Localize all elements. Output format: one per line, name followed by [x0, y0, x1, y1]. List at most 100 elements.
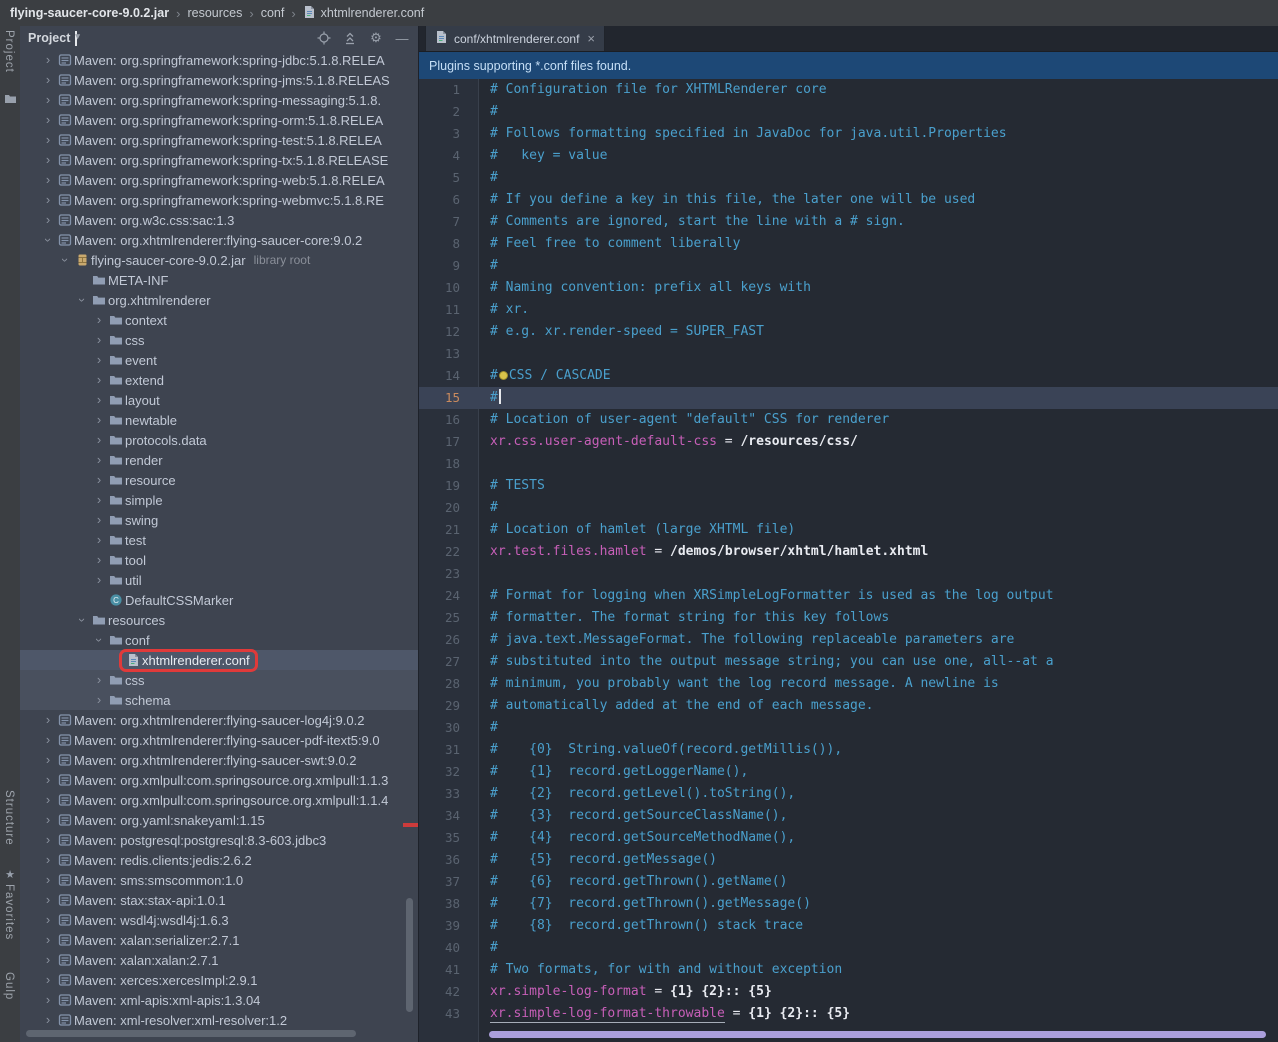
tree-item[interactable]: ›schema — [20, 690, 418, 710]
code-line-text[interactable]: # — [479, 255, 498, 277]
tree-item[interactable]: ›Maven: xalan:xalan:2.7.1 — [20, 950, 418, 970]
tree-item[interactable]: ›Maven: org.springframework:spring-test:… — [20, 130, 418, 150]
project-panel-title[interactable]: Project▾ — [28, 31, 77, 46]
tree-item[interactable]: ›Maven: xml-apis:xml-apis:1.3.04 — [20, 990, 418, 1010]
tree-item[interactable]: ›tool — [20, 550, 418, 570]
tree-item[interactable]: ›Maven: org.springframework:spring-orm:5… — [20, 110, 418, 130]
tree-item[interactable]: ›Maven: xalan:serializer:2.7.1 — [20, 930, 418, 950]
tree-item[interactable]: ›swing — [20, 510, 418, 530]
tree-item[interactable]: CDefaultCSSMarker — [20, 590, 418, 610]
code-line-text[interactable]: # If you define a key in this file, the … — [479, 189, 975, 211]
code-line-text[interactable]: # Comments are ignored, start the line w… — [479, 211, 905, 233]
chevron-collapsed-icon[interactable]: › — [40, 190, 56, 210]
code-line-text[interactable]: # {4} record.getSourceMethodName(), — [479, 827, 795, 849]
code-line-text[interactable]: # {3} record.getSourceClassName(), — [479, 805, 787, 827]
chevron-collapsed-icon[interactable]: › — [91, 570, 107, 590]
code-line[interactable]: 24# Format for logging when XRSimpleLogF… — [419, 585, 1278, 607]
breadcrumb-item[interactable]: xhtmlrenderer.conf — [303, 5, 425, 22]
chevron-collapsed-icon[interactable]: › — [40, 170, 56, 190]
code-line[interactable]: 21# Location of hamlet (large XHTML file… — [419, 519, 1278, 541]
chevron-collapsed-icon[interactable]: › — [40, 150, 56, 170]
code-line-text[interactable]: # — [479, 717, 498, 739]
code-line[interactable]: 33# {2} record.getLevel().toString(), — [419, 783, 1278, 805]
code-line[interactable]: 4# key = value — [419, 145, 1278, 167]
chevron-collapsed-icon[interactable]: › — [40, 130, 56, 150]
chevron-collapsed-icon[interactable]: › — [40, 110, 56, 130]
code-line-text[interactable]: # Format for logging when XRSimpleLogFor… — [479, 585, 1054, 607]
project-horizontal-scrollbar[interactable] — [26, 1030, 356, 1037]
chevron-collapsed-icon[interactable]: › — [40, 70, 56, 90]
tree-item[interactable]: ›resources — [20, 610, 418, 630]
tree-item[interactable]: ›Maven: wsdl4j:wsdl4j:1.6.3 — [20, 910, 418, 930]
chevron-expanded-icon[interactable]: › — [72, 292, 92, 308]
code-line-text[interactable]: # java.text.MessageFormat. The following… — [479, 629, 1014, 651]
tree-item[interactable]: ›extend — [20, 370, 418, 390]
tree-item[interactable]: ›Maven: org.springframework:spring-webmv… — [20, 190, 418, 210]
breadcrumb-item[interactable]: resources — [187, 6, 242, 20]
tree-item[interactable]: ›Maven: sms:smscommon:1.0 — [20, 870, 418, 890]
tree-item[interactable]: ›Maven: xerces:xercesImpl:2.9.1 — [20, 970, 418, 990]
tree-item[interactable]: ›Maven: org.yaml:snakeyaml:1.15 — [20, 810, 418, 830]
tree-item[interactable]: ›test — [20, 530, 418, 550]
tree-item[interactable]: ›css — [20, 330, 418, 350]
chevron-collapsed-icon[interactable]: › — [40, 910, 56, 930]
code-line[interactable]: 43xr.simple-log-format-throwable = {1} {… — [419, 1003, 1278, 1025]
code-line-text[interactable]: # Follows formatting specified in JavaDo… — [479, 123, 1007, 145]
chevron-expanded-icon[interactable]: › — [72, 612, 92, 628]
chevron-collapsed-icon[interactable]: › — [91, 670, 107, 690]
chevron-collapsed-icon[interactable]: › — [40, 850, 56, 870]
chevron-collapsed-icon[interactable]: › — [40, 830, 56, 850]
close-icon[interactable]: × — [587, 31, 595, 46]
tree-item[interactable]: ›resource — [20, 470, 418, 490]
code-line[interactable]: 13 — [419, 343, 1278, 365]
code-line[interactable]: 10# Naming convention: prefix all keys w… — [419, 277, 1278, 299]
chevron-collapsed-icon[interactable]: › — [40, 750, 56, 770]
chevron-collapsed-icon[interactable]: › — [40, 770, 56, 790]
tree-item[interactable]: ›Maven: org.xhtmlrenderer:flying-saucer-… — [20, 710, 418, 730]
chevron-collapsed-icon[interactable]: › — [40, 970, 56, 990]
chevron-collapsed-icon[interactable]: › — [91, 330, 107, 350]
chevron-collapsed-icon[interactable]: › — [91, 490, 107, 510]
chevron-expanded-icon[interactable]: › — [89, 632, 109, 648]
code-line-text[interactable]: # minimum, you probably want the log rec… — [479, 673, 999, 695]
chevron-collapsed-icon[interactable]: › — [91, 370, 107, 390]
tree-item[interactable]: ›Maven: org.springframework:spring-jms:5… — [20, 70, 418, 90]
code-line-text[interactable]: # {5} record.getMessage() — [479, 849, 717, 871]
tree-item[interactable]: ›Maven: org.springframework:spring-messa… — [20, 90, 418, 110]
tree-item[interactable]: ›Maven: org.w3c.css:sac:1.3 — [20, 210, 418, 230]
tool-window-button-structure[interactable]: Structure — [3, 790, 15, 846]
code-line[interactable]: 38# {7} record.getThrown().getMessage() — [419, 893, 1278, 915]
tree-item[interactable]: ›protocols.data — [20, 430, 418, 450]
tree-item[interactable]: ›Maven: stax:stax-api:1.0.1 — [20, 890, 418, 910]
chevron-collapsed-icon[interactable]: › — [40, 210, 56, 230]
tree-item[interactable]: ›Maven: org.xhtmlrenderer:flying-saucer-… — [20, 730, 418, 750]
code-line[interactable]: 28# minimum, you probably want the log r… — [419, 673, 1278, 695]
code-line[interactable]: 9# — [419, 255, 1278, 277]
code-line[interactable]: 19# TESTS — [419, 475, 1278, 497]
code-line[interactable]: 32# {1} record.getLoggerName(), — [419, 761, 1278, 783]
intention-bulb-icon[interactable] — [499, 371, 508, 380]
tool-window-button-project[interactable]: Project — [3, 30, 15, 73]
tree-item[interactable]: ›Maven: org.springframework:spring-tx:5.… — [20, 150, 418, 170]
collapse-all-icon[interactable] — [342, 30, 358, 46]
code-line-text[interactable]: # {7} record.getThrown().getMessage() — [479, 893, 811, 915]
chevron-collapsed-icon[interactable]: › — [40, 870, 56, 890]
tree-item[interactable]: META-INF — [20, 270, 418, 290]
code-line-text[interactable]: xr.simple-log-format = {1} {2}:: {5} — [479, 981, 772, 1003]
code-line[interactable]: 2# — [419, 101, 1278, 123]
chevron-collapsed-icon[interactable]: › — [91, 510, 107, 530]
code-line[interactable]: 23 — [419, 563, 1278, 585]
code-line-text[interactable]: # {1} record.getLoggerName(), — [479, 761, 748, 783]
tree-item[interactable]: ›Maven: org.xhtmlrenderer:flying-saucer-… — [20, 230, 418, 250]
code-line-text[interactable]: # Configuration file for XHTMLRenderer c… — [479, 79, 827, 101]
tree-item[interactable]: ›util — [20, 570, 418, 590]
chevron-collapsed-icon[interactable]: › — [40, 810, 56, 830]
code-line[interactable]: 26# java.text.MessageFormat. The followi… — [419, 629, 1278, 651]
tab-xhtmlrenderer-conf[interactable]: conf/xhtmlrenderer.conf × — [425, 26, 605, 51]
code-line-text[interactable]: # Two formats, for with and without exce… — [479, 959, 842, 981]
chevron-collapsed-icon[interactable]: › — [40, 930, 56, 950]
chevron-collapsed-icon[interactable]: › — [91, 550, 107, 570]
tree-item[interactable]: ›simple — [20, 490, 418, 510]
tree-item[interactable]: ›context — [20, 310, 418, 330]
code-line-text[interactable]: # — [479, 937, 498, 959]
